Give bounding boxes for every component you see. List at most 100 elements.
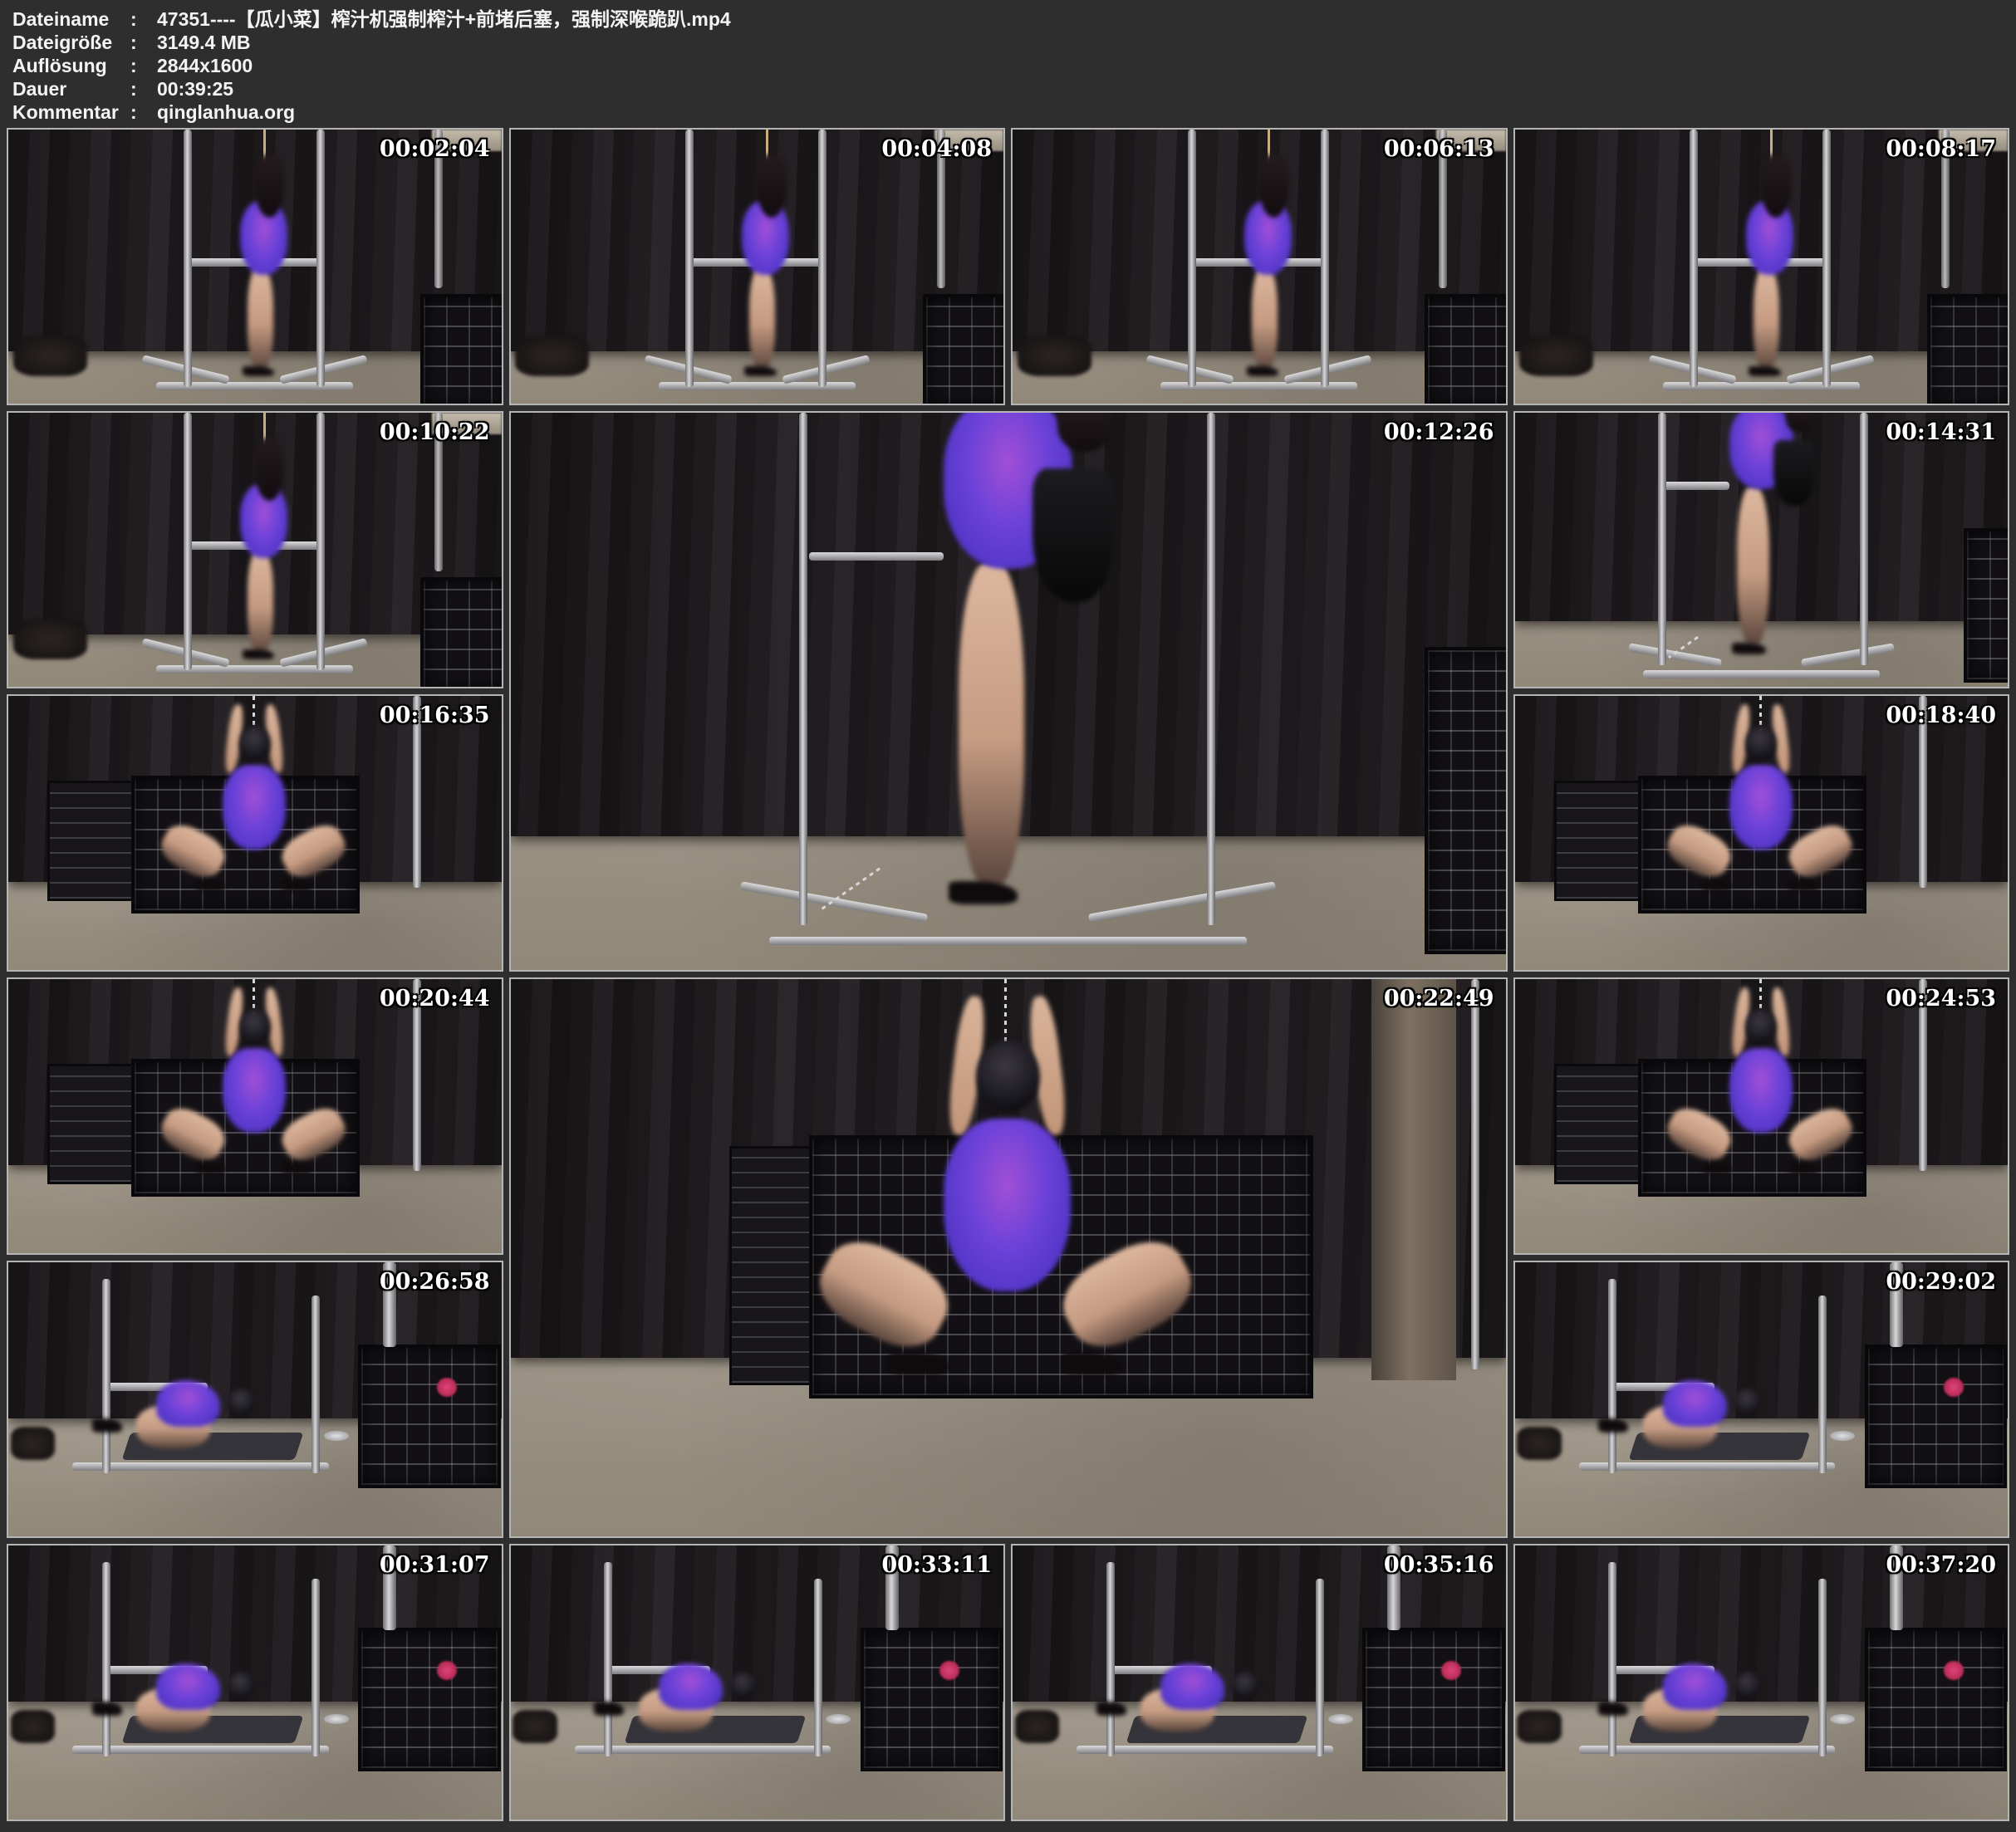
video-thumbnail[interactable]: 00:29:02 <box>1513 1261 2010 1538</box>
figure-hood <box>1745 726 1777 762</box>
video-thumbnail[interactable]: 00:33:11 <box>509 1544 1006 1821</box>
figure-legs <box>1737 487 1769 645</box>
video-thumbnail[interactable]: 00:16:35 <box>7 694 503 972</box>
timestamp-overlay: 00:33:11 <box>881 1552 992 1578</box>
figure-hood <box>239 726 271 762</box>
metal-pole <box>184 130 192 387</box>
frame-base-bar <box>1579 1462 1836 1471</box>
cage <box>1865 1628 2007 1771</box>
scene-placeholder <box>8 979 502 1253</box>
figure-legs <box>959 563 1024 886</box>
timestamp-overlay: 00:29:02 <box>1886 1269 1996 1295</box>
figure-dress <box>1729 765 1793 850</box>
red-cuffs <box>1944 1661 1964 1680</box>
figure-dress <box>1160 1663 1224 1710</box>
cage <box>923 294 1005 405</box>
video-thumbnail[interactable]: 00:37:20 <box>1513 1544 2010 1821</box>
high-heel <box>1788 1163 1818 1173</box>
timestamp-overlay: 00:10:22 <box>380 419 490 445</box>
video-thumbnail[interactable]: 00:35:16 <box>1011 1544 1508 1821</box>
timestamp-overlay: 00:24:53 <box>1886 986 1996 1012</box>
metal-pole <box>1608 1279 1616 1473</box>
timestamp-overlay: 00:35:16 <box>1384 1552 1494 1578</box>
figure-hair <box>1259 154 1289 218</box>
metal-pole <box>1860 413 1868 665</box>
figure-dress <box>1663 1663 1727 1710</box>
metal-pole <box>1608 1562 1616 1756</box>
high-heel <box>1247 366 1279 376</box>
frame-base-bar <box>72 1462 329 1471</box>
metal-bowl <box>324 1431 349 1441</box>
video-thumbnail[interactable]: 00:08:17 <box>1513 128 2010 405</box>
video-thumbnail[interactable]: 00:02:04 <box>7 128 503 405</box>
figure-dress <box>156 1663 220 1710</box>
metal-pole <box>1818 1579 1827 1757</box>
metal-pole <box>102 1562 110 1756</box>
metal-pole <box>604 1562 612 1756</box>
leather-bag <box>1033 468 1112 602</box>
floor-clutter <box>11 1427 55 1460</box>
metal-bowl <box>324 1714 349 1724</box>
video-thumbnail[interactable]: 00:18:40 <box>1513 694 2010 972</box>
field-label: Kommentar <box>12 100 130 124</box>
figure-dress <box>156 1380 220 1427</box>
metal-pole <box>1106 1562 1115 1756</box>
video-thumbnail[interactable]: 00:24:53 <box>1513 977 2010 1255</box>
metal-pole <box>311 1296 320 1474</box>
metal-pole <box>1188 130 1196 387</box>
video-thumbnail[interactable]: 00:14:31 <box>1513 411 2010 688</box>
figure-hair <box>1786 411 1813 432</box>
timestamp-overlay: 00:20:44 <box>380 986 490 1012</box>
figure-dress <box>659 1663 723 1710</box>
scene-placeholder <box>8 696 502 970</box>
video-thumbnail[interactable]: 00:31:07 <box>7 1544 503 1821</box>
cage <box>861 1628 1003 1771</box>
cage <box>358 1345 500 1488</box>
metal-pole <box>1207 413 1215 925</box>
video-thumbnail[interactable]: 00:06:13 <box>1011 128 1508 405</box>
floor-clutter <box>13 619 87 660</box>
timestamp-overlay: 00:18:40 <box>1886 703 1996 728</box>
high-heel <box>243 366 275 376</box>
scene-placeholder <box>511 413 1506 970</box>
video-thumbnail[interactable]: 00:20:44 <box>7 977 503 1255</box>
cage <box>1927 294 2009 405</box>
video-thumbnail[interactable]: 00:04:08 <box>509 128 1006 405</box>
high-heel <box>1732 643 1767 654</box>
file-info-row: Auflösung : 2844x1600 <box>12 54 2016 77</box>
floor-clutter <box>1018 336 1091 377</box>
video-thumbnail[interactable]: 00:10:22 <box>7 411 503 688</box>
frame-base-bar <box>1579 1746 1836 1754</box>
field-separator: : <box>130 100 157 124</box>
figure-legs <box>749 267 775 370</box>
metal-pole <box>685 130 694 387</box>
timestamp-overlay: 00:14:31 <box>1886 419 1996 445</box>
high-heel <box>949 881 1018 904</box>
metal-pole <box>1690 130 1698 387</box>
high-heel <box>92 1702 122 1716</box>
cage-panel <box>1554 1064 1648 1184</box>
red-cuffs <box>939 1661 959 1680</box>
floor-clutter <box>515 336 589 377</box>
high-heel <box>196 1163 226 1173</box>
video-thumbnail[interactable]: 00:12:26 <box>509 411 1508 972</box>
figure-hood <box>976 1041 1040 1113</box>
metal-pole <box>1471 979 1479 1369</box>
file-info-row: Dauer : 00:39:25 <box>12 77 2016 100</box>
video-thumbnail[interactable]: 00:26:58 <box>7 1261 503 1538</box>
scene-placeholder <box>1515 413 2009 687</box>
filename-value: 47351----【瓜小菜】榨汁机强制榨汁+前堵后塞，强制深喉跪趴.mp4 <box>157 7 731 31</box>
video-thumbnail[interactable]: 00:22:49 <box>509 977 1508 1538</box>
scene-placeholder <box>1013 1545 1506 1820</box>
high-heel <box>1598 1418 1628 1433</box>
timestamp-overlay: 00:04:08 <box>881 136 992 162</box>
red-cuffs <box>1944 1378 1964 1397</box>
figure-hood <box>1734 1672 1762 1699</box>
floor-clutter <box>11 1710 55 1743</box>
metal-pole <box>316 130 325 387</box>
figure-hood <box>239 1009 271 1045</box>
file-info-row: Dateiname : 47351----【瓜小菜】榨汁机强制榨汁+前堵后塞，强… <box>12 7 2016 31</box>
high-heel <box>92 1418 122 1433</box>
floor-clutter <box>13 336 87 377</box>
timestamp-overlay: 00:16:35 <box>380 703 490 728</box>
